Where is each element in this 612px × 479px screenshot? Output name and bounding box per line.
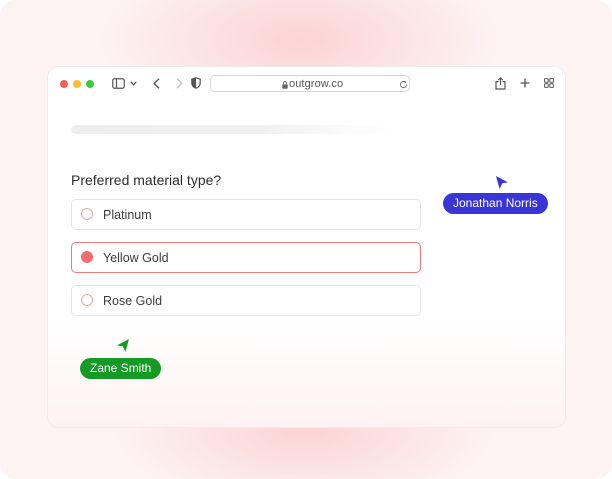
sidebar-icon[interactable] [111,77,125,89]
option-platinum[interactable]: Platinum [71,199,421,230]
collaborator-tag-zane: Zane Smith [80,358,162,379]
option-rose-gold[interactable]: Rose Gold [71,285,421,316]
reload-icon[interactable] [398,79,408,89]
browser-toolbar: outgrow.co [48,67,565,99]
shield-icon[interactable] [190,77,201,89]
option-label: Rose Gold [103,294,163,308]
option-label: Yellow Gold [103,251,169,265]
address-bar[interactable]: outgrow.co [210,75,410,92]
plus-icon[interactable] [519,77,530,88]
radio-button-selected[interactable] [81,251,93,263]
cursor-arrow-icon [495,175,509,195]
page-background: outgrow.co Preferred material type? Plat… [0,0,612,479]
collaborator-tag-jonathan: Jonathan Norris [443,193,548,214]
radio-button[interactable] [81,208,93,220]
address-url: outgrow.co [289,78,344,90]
minimize-window-button[interactable] [73,80,81,88]
back-arrow-icon[interactable] [151,77,161,89]
zoom-window-button[interactable] [86,80,94,88]
tab-overview-icon[interactable] [543,77,554,88]
close-window-button[interactable] [60,80,68,88]
option-yellow-gold[interactable]: Yellow Gold [71,242,421,273]
quiz-progress-bar [71,125,391,134]
option-label: Platinum [103,208,152,222]
radio-button[interactable] [81,294,93,306]
chevron-down-icon[interactable] [129,79,137,87]
question-title: Preferred material type? [71,172,222,188]
lock-icon [281,80,288,89]
cursor-arrow-icon [116,338,130,358]
forward-arrow-icon[interactable] [174,77,184,89]
share-icon[interactable] [494,76,506,90]
